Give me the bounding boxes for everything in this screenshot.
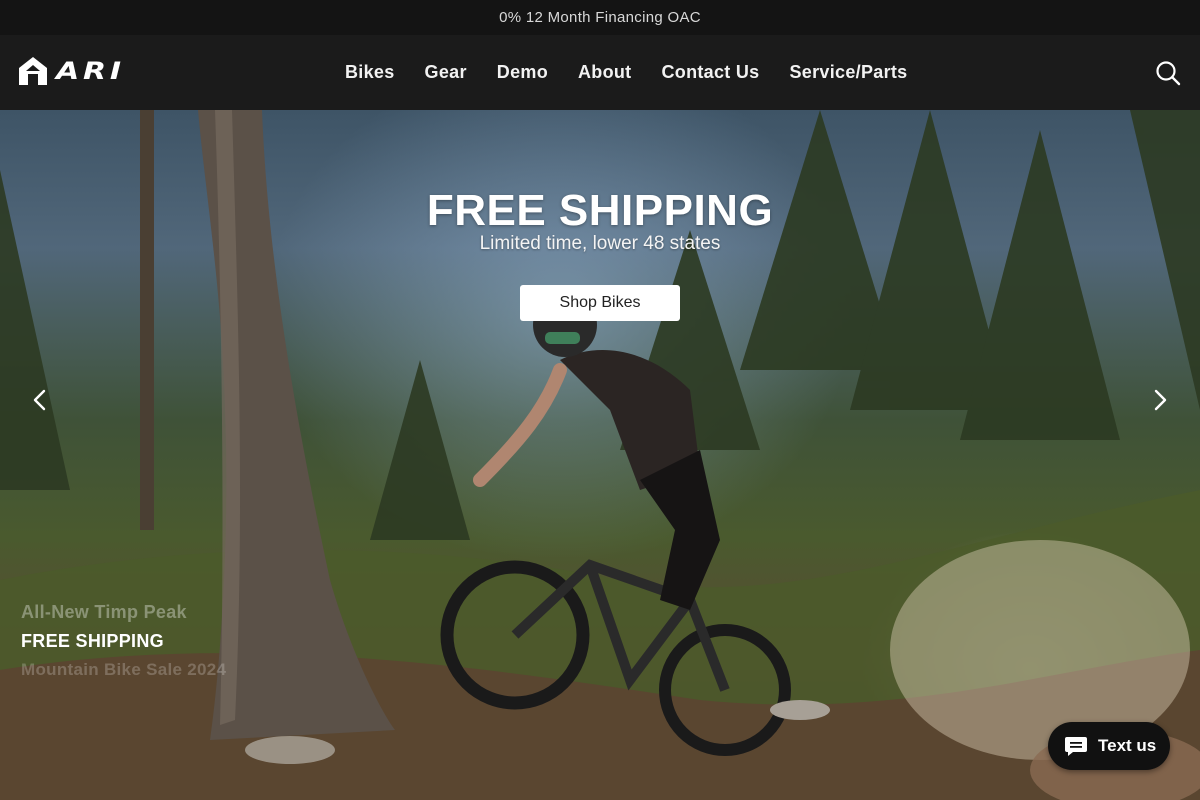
hero-subtitle: Limited time, lower 48 states [479, 233, 721, 254]
logo-text: ARI [56, 57, 125, 85]
site-header: ARI Bikes Gear Demo About Contact Us Ser… [0, 35, 1200, 110]
nav-item-bikes[interactable]: Bikes [330, 62, 410, 83]
slider-next-button[interactable] [1148, 388, 1172, 412]
text-us-button[interactable]: Text us [1048, 722, 1170, 770]
announcement-bar: 0% 12 Month Financing OAC [0, 0, 1200, 35]
text-us-label: Text us [1098, 736, 1157, 755]
shop-bikes-button[interactable]: Shop Bikes [520, 285, 680, 321]
search-button[interactable] [1154, 59, 1182, 87]
nav-item-contact-us[interactable]: Contact Us [646, 62, 774, 83]
caption-previous[interactable]: All-New Timp Peak [21, 602, 226, 623]
caption-next[interactable]: Mountain Bike Sale 2024 [21, 660, 226, 680]
hero-slider: FREE SHIPPING Limited time, lower 48 sta… [0, 110, 1200, 800]
logo[interactable]: ARI [18, 56, 121, 86]
ari-logo-mark-icon [19, 57, 47, 85]
slider-captions: All-New Timp Peak FREE SHIPPING Mountain… [21, 602, 226, 680]
chevron-right-icon [1154, 389, 1167, 411]
hero-title: FREE SHIPPING [426, 186, 774, 235]
main-nav: Bikes Gear Demo About Contact Us Service… [330, 35, 922, 110]
chevron-left-icon [33, 389, 46, 411]
search-icon [1156, 61, 1181, 86]
nav-item-about[interactable]: About [563, 62, 646, 83]
announcement-text: 0% 12 Month Financing OAC [499, 9, 701, 26]
nav-item-service-parts[interactable]: Service/Parts [775, 62, 923, 83]
chat-bubble-icon [1065, 737, 1087, 756]
slider-prev-button[interactable] [28, 388, 52, 412]
caption-current[interactable]: FREE SHIPPING [21, 631, 226, 652]
nav-item-gear[interactable]: Gear [410, 62, 482, 83]
nav-item-demo[interactable]: Demo [482, 62, 563, 83]
